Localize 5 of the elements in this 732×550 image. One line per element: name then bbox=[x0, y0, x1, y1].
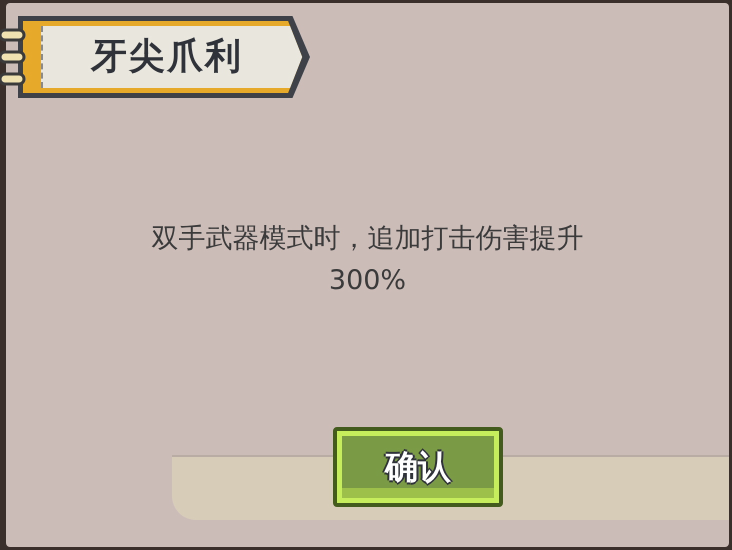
dialog-title: 牙尖爪利 bbox=[91, 35, 243, 79]
ring-binding-icon bbox=[0, 26, 26, 88]
confirm-button[interactable]: 确认 bbox=[333, 427, 503, 507]
description-text: 双手武器模式时，追加打击伤害提升 bbox=[152, 222, 584, 256]
description-text: 300% bbox=[328, 264, 406, 298]
